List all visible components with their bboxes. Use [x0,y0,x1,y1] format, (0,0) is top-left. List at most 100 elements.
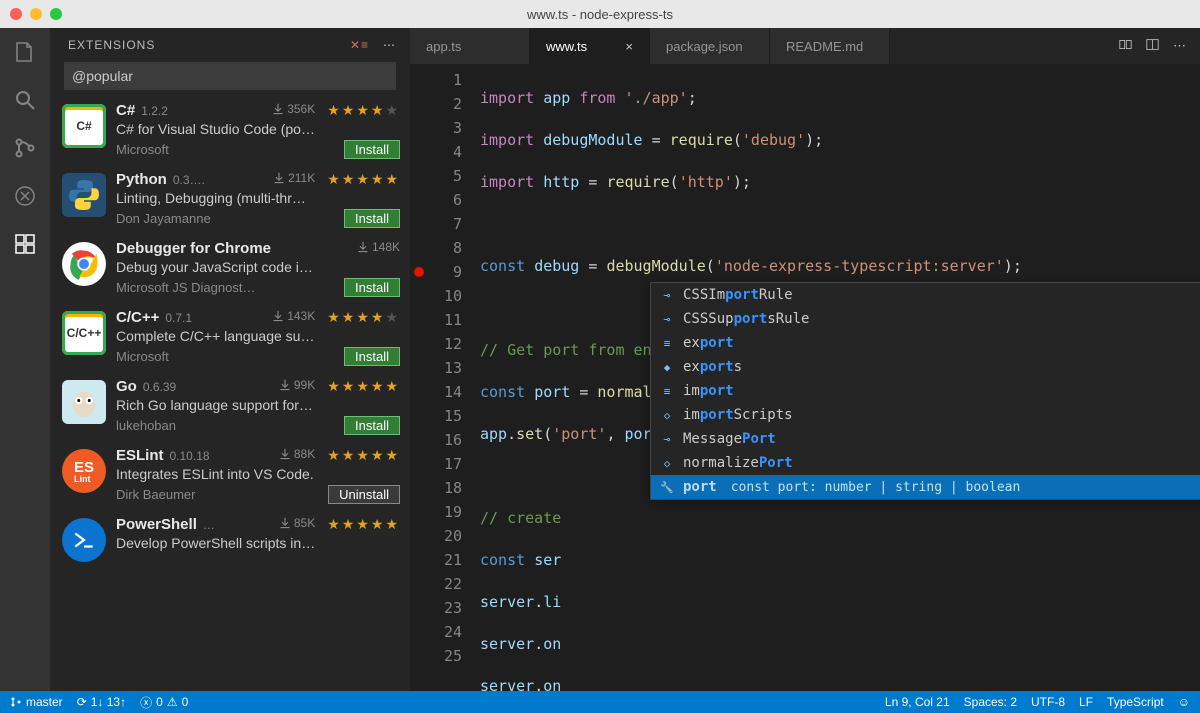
line-number[interactable]: 19 [410,500,462,524]
line-number[interactable]: 12 [410,332,462,356]
more-icon[interactable]: ⋯ [383,38,396,52]
line-number-gutter: 1234567891011121314151617181920212223242… [410,64,480,691]
suggest-item[interactable]: ≡import [651,379,1200,403]
debug-icon[interactable] [11,182,39,210]
extension-name: Go [116,378,137,395]
line-number[interactable]: 7 [410,212,462,236]
status-encoding[interactable]: UTF-8 [1031,695,1065,709]
suggest-item[interactable]: ⊸MessagePort [651,427,1200,451]
suggest-item[interactable]: ⊸CSSSupportsRule [651,307,1200,331]
line-number[interactable]: 5 [410,164,462,188]
suggest-item[interactable]: ⊸CSSImportRule [651,283,1200,307]
extension-item[interactable]: ESLintESLint0.10.1888K★★★★★Integrates ES… [50,441,410,510]
tab-README-md[interactable]: README.md [770,28,890,64]
extension-description: Integrates ESLint into VS Code. [116,466,400,482]
status-errors[interactable]: ⓧ0 ⚠0 [140,694,188,711]
line-number[interactable]: 16 [410,428,462,452]
suggest-label: importScripts [683,407,793,423]
line-number[interactable]: 21 [410,548,462,572]
extension-version: 0.7.1 [165,311,192,325]
install-button[interactable]: Install [344,347,400,366]
extension-version: 0.10.18 [170,449,210,463]
extension-rating: ★★★★★ [327,171,400,188]
tab-label: package.json [666,39,743,54]
extension-item[interactable]: PowerShell…85K★★★★★Develop PowerShell sc… [50,510,410,568]
status-cursor[interactable]: Ln 9, Col 21 [885,695,950,709]
line-number[interactable]: 23 [410,596,462,620]
compare-icon[interactable] [1119,38,1132,54]
explorer-icon[interactable] [11,38,39,66]
line-number[interactable]: 25 [410,644,462,668]
suggest-kind-icon: ◆ [659,359,675,375]
line-number[interactable]: 4 [410,140,462,164]
line-number[interactable]: 10 [410,284,462,308]
line-number[interactable]: 17 [410,452,462,476]
extension-rating: ★★★★★ [327,447,400,464]
line-number[interactable]: 13 [410,356,462,380]
close-tab-icon[interactable]: × [625,39,633,54]
line-number[interactable]: 6 [410,188,462,212]
status-feedback-icon[interactable]: ☺ [1178,695,1190,709]
status-eol[interactable]: LF [1079,695,1093,709]
status-language[interactable]: TypeScript [1107,695,1164,709]
extension-icon: ESLint [62,449,106,493]
suggest-item[interactable]: ◇normalizePort [651,451,1200,475]
suggest-label: port [683,479,717,495]
line-number[interactable]: 14 [410,380,462,404]
status-indent[interactable]: Spaces: 2 [964,695,1017,709]
tab-label: README.md [786,39,863,54]
status-sync[interactable]: ⟳1↓ 13↑ [77,695,126,709]
extension-version: 1.2.2 [141,104,168,118]
extensions-icon[interactable] [11,230,39,258]
status-git-branch[interactable]: master [10,695,63,709]
line-number[interactable]: 2 [410,92,462,116]
line-number[interactable]: 24 [410,620,462,644]
extension-name: C/C++ [116,309,159,326]
extension-item[interactable]: Go0.6.3999K★★★★★Rich Go language support… [50,372,410,441]
editor-actions: ⋯ [1105,28,1200,64]
extension-name: C# [116,102,135,119]
suggest-label: import [683,383,734,399]
line-number[interactable]: 15 [410,404,462,428]
suggest-item[interactable]: 🔧portconst port: number | string | boole… [651,475,1200,499]
tab-app-ts[interactable]: app.ts [410,28,530,64]
suggest-label: MessagePort [683,431,776,447]
intellisense-popup[interactable]: ⊸CSSImportRule⊸CSSSupportsRule≡export◆ex… [650,282,1200,500]
suggest-kind-icon: ◇ [659,455,675,471]
suggest-item[interactable]: ≡export [651,331,1200,355]
code-content[interactable]: import app from './app'; import debugMod… [480,64,1200,691]
line-number[interactable]: 22 [410,572,462,596]
tab-www-ts[interactable]: www.ts× [530,28,650,64]
line-number[interactable]: 3 [410,116,462,140]
extension-item[interactable]: C/C++C/C++0.7.1143K★★★★★Complete C/C++ l… [50,303,410,372]
extension-item[interactable]: C#C#1.2.2356K★★★★★C# for Visual Studio C… [50,96,410,165]
suggest-item[interactable]: ◆exports [651,355,1200,379]
install-button[interactable]: Install [344,140,400,159]
install-button[interactable]: Install [344,209,400,228]
uninstall-button[interactable]: Uninstall [328,485,400,504]
install-button[interactable]: Install [344,278,400,297]
suggest-label: CSSSupportsRule [683,311,809,327]
line-number[interactable]: 1 [410,68,462,92]
split-editor-icon[interactable] [1146,38,1159,54]
extension-item[interactable]: Python0.3….211K★★★★★Linting, Debugging (… [50,165,410,234]
tab-package-json[interactable]: package.json [650,28,770,64]
extensions-search-input[interactable] [64,62,396,90]
line-number[interactable]: 9 [410,260,462,284]
extension-downloads: 356K [272,102,315,116]
source-control-icon[interactable] [11,134,39,162]
line-number[interactable]: 11 [410,308,462,332]
code-editor[interactable]: 1234567891011121314151617181920212223242… [410,64,1200,691]
line-number[interactable]: 20 [410,524,462,548]
extensions-sidebar: EXTENSIONS ✕≡ ⋯ C#C#1.2.2356K★★★★★C# for… [50,28,410,691]
extension-item[interactable]: Debugger for Chrome148KDebug your JavaSc… [50,234,410,303]
suggest-item[interactable]: ◇importScripts [651,403,1200,427]
search-icon[interactable] [11,86,39,114]
editor-area: app.tswww.ts×package.jsonREADME.md ⋯ 123… [410,28,1200,691]
line-number[interactable]: 18 [410,476,462,500]
extension-description: Linting, Debugging (multi-thr… [116,190,400,206]
install-button[interactable]: Install [344,416,400,435]
clear-filter-icon[interactable]: ✕≡ [350,38,369,52]
editor-more-icon[interactable]: ⋯ [1173,38,1186,54]
line-number[interactable]: 8 [410,236,462,260]
